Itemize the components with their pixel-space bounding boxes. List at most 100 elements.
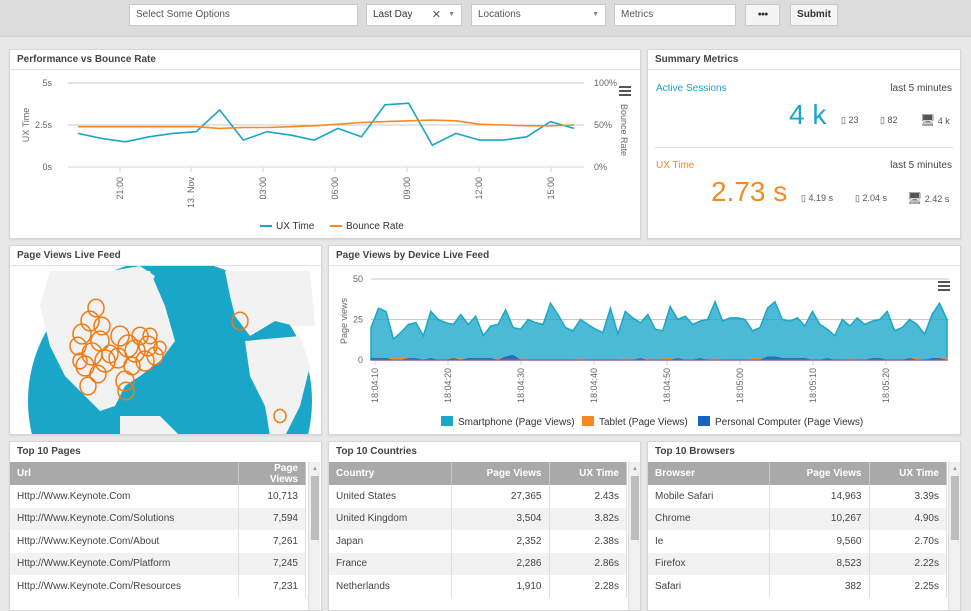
table-cell: 3.82s [549,507,627,530]
options-select[interactable]: Select Some Options [129,4,358,26]
table-cell: 10,713 [238,485,306,508]
x-tick-label: 09:00 [402,177,412,200]
performance-panel: Performance vs Bounce Rate 0s 0% 2.5s 50% 5s… [9,49,641,239]
table-row[interactable]: Http://Www.Keynote.Com/Resources 7,231 [10,575,306,598]
column-header[interactable]: Page Views [451,462,550,485]
table-cell: United Kingdom [329,507,452,530]
table-cell: Http://Www.Keynote.Com/Resources [10,575,239,598]
top-browsers-table: Browser Page Views UX Time Mobile Safari… [648,462,947,598]
column-header[interactable]: Url [10,462,239,485]
tablet-value: 4.19 s [808,193,833,203]
active-sessions-label: Active Sessions [656,83,727,94]
scrollbar[interactable]: ▲ [948,462,960,610]
table-row[interactable]: France 2,286 2.86s [329,552,627,575]
panel-title: Top 10 Pages [17,446,81,457]
legend-label[interactable]: Personal Computer (Page Views) [715,417,863,428]
table-row[interactable]: Chrome 10,267 4.90s [648,507,947,530]
x-tick-label: 18:05:10 [808,368,818,403]
tablet-uxtime: ▯ 4.19 s [801,193,833,204]
top-pages-table: Url Page Views Http://Www.Keynote.Com 10,… [10,462,306,598]
column-header[interactable]: Page Views [238,462,306,485]
chart-menu-icon[interactable] [938,281,950,293]
table-cell: 7,231 [238,575,306,598]
table-cell: United States [329,485,452,508]
scroll-up-icon[interactable]: ▲ [312,466,318,472]
device-chart: 0 25 50 Page views 18:04:10 18:04:20 18:04:30 1… [339,274,949,428]
tablet-sessions: ▯ 23 [841,115,858,126]
table-cell: 382 [769,575,870,598]
time-range-select[interactable]: Last Day ✕ ▼ [366,4,462,26]
table-cell: Japan [329,530,452,553]
legend-label[interactable]: Tablet (Page Views) [599,417,688,428]
metrics-input[interactable]: Metrics [614,4,736,26]
filter-toolbar: Select Some Options Last Day ✕ ▼ Locatio… [0,0,971,37]
top-countries-panel: Top 10 Countries Country Page Views UX T… [328,441,641,611]
table-row[interactable]: United States 27,365 2.43s [329,485,627,508]
table-cell: 7,261 [238,530,306,553]
legend-label[interactable]: Smartphone (Page Views) [458,417,575,428]
scrollbar[interactable]: ▲ [308,462,320,610]
submit-button[interactable]: Submit [790,4,838,26]
x-tick-label: 18:04:40 [589,368,599,403]
table-row[interactable]: Safari 382 2.25s [648,575,947,598]
y-tick-label: 5s [42,78,52,88]
y-tick-label: 50 [353,274,363,284]
legend-swatch [441,416,453,426]
table-cell: Safari [648,575,770,598]
locations-select[interactable]: Locations ▼ [471,4,606,26]
table-cell: Http://Www.Keynote.Com/Solutions [10,507,239,530]
y-tick-label: 25 [353,315,363,325]
y-axis-label: Page views [339,297,349,344]
chart-menu-icon[interactable] [619,86,631,98]
column-header[interactable]: UX Time [549,462,627,485]
x-tick-label: 13. Nov [186,177,196,209]
smartphone-sessions: ▯ 82 [880,115,897,126]
scroll-thumb[interactable] [311,476,319,540]
table-row[interactable]: Firefox 8,523 2.22s [648,552,947,575]
series-area-0[interactable] [370,299,948,361]
column-header[interactable]: UX Time [869,462,947,485]
table-row[interactable]: Http://Www.Keynote.Com 10,713 [10,485,306,508]
table-row[interactable]: Http://Www.Keynote.Com/About 7,261 [10,530,306,553]
globe-map[interactable] [10,266,322,435]
x-tick-label: 15:00 [546,177,556,200]
table-cell: 3.39s [869,485,947,508]
table-row[interactable]: Http://Www.Keynote.Com/Platform 7,245 [10,552,306,575]
table-row[interactable]: Japan 2,352 2.38s [329,530,627,553]
ux-time-value: 2.73 s [711,176,788,207]
table-row[interactable]: Http://Www.Keynote.Com/Solutions 7,594 [10,507,306,530]
table-row[interactable]: Mobile Safari 14,963 3.39s [648,485,947,508]
table-cell: Ie [648,530,770,553]
column-header[interactable]: Browser [648,462,770,485]
table-cell: 7,245 [238,552,306,575]
table-row[interactable]: Ie 9,560 2.70s [648,530,947,553]
x-tick-label: 18:04:50 [662,368,672,403]
scrollbar[interactable]: ▲ [628,462,640,610]
legend-label[interactable]: Bounce Rate [346,221,404,232]
scroll-up-icon[interactable]: ▲ [632,466,638,472]
summary-metrics-panel: Summary Metrics Active Sessions last 5 m… [647,49,961,239]
scroll-thumb[interactable] [631,476,639,540]
scroll-up-icon[interactable]: ▲ [952,466,958,472]
table-row[interactable]: United Kingdom 3,504 3.82s [329,507,627,530]
legend-label[interactable]: UX Time [276,221,315,232]
desktop-icon: 🖥 [920,113,936,127]
top-pages-panel: Top 10 Pages Url Page Views Http://Www.K… [9,441,322,611]
scroll-thumb[interactable] [951,476,959,540]
series-line-bounce-rate[interactable] [78,119,575,130]
clear-icon[interactable]: ✕ [432,5,441,25]
column-header[interactable]: Country [329,462,452,485]
sessions-window: last 5 minutes [890,83,952,94]
desktop-value: 4 k [937,116,950,126]
column-header[interactable]: Page Views [769,462,870,485]
panel-title: Performance vs Bounce Rate [10,50,640,70]
panel-title: Top 10 Browsers [655,446,735,457]
smartphone-value: 82 [887,115,898,125]
panel-title: Summary Metrics [648,50,960,70]
table-cell: 2.22s [869,552,947,575]
table-header: Country Page Views UX Time [329,462,627,485]
more-options-button[interactable]: ●●● [745,4,780,26]
x-tick-label: 18:04:20 [443,368,453,403]
table-row[interactable]: Netherlands 1,910 2.28s [329,575,627,598]
table-header: Browser Page Views UX Time [648,462,947,485]
